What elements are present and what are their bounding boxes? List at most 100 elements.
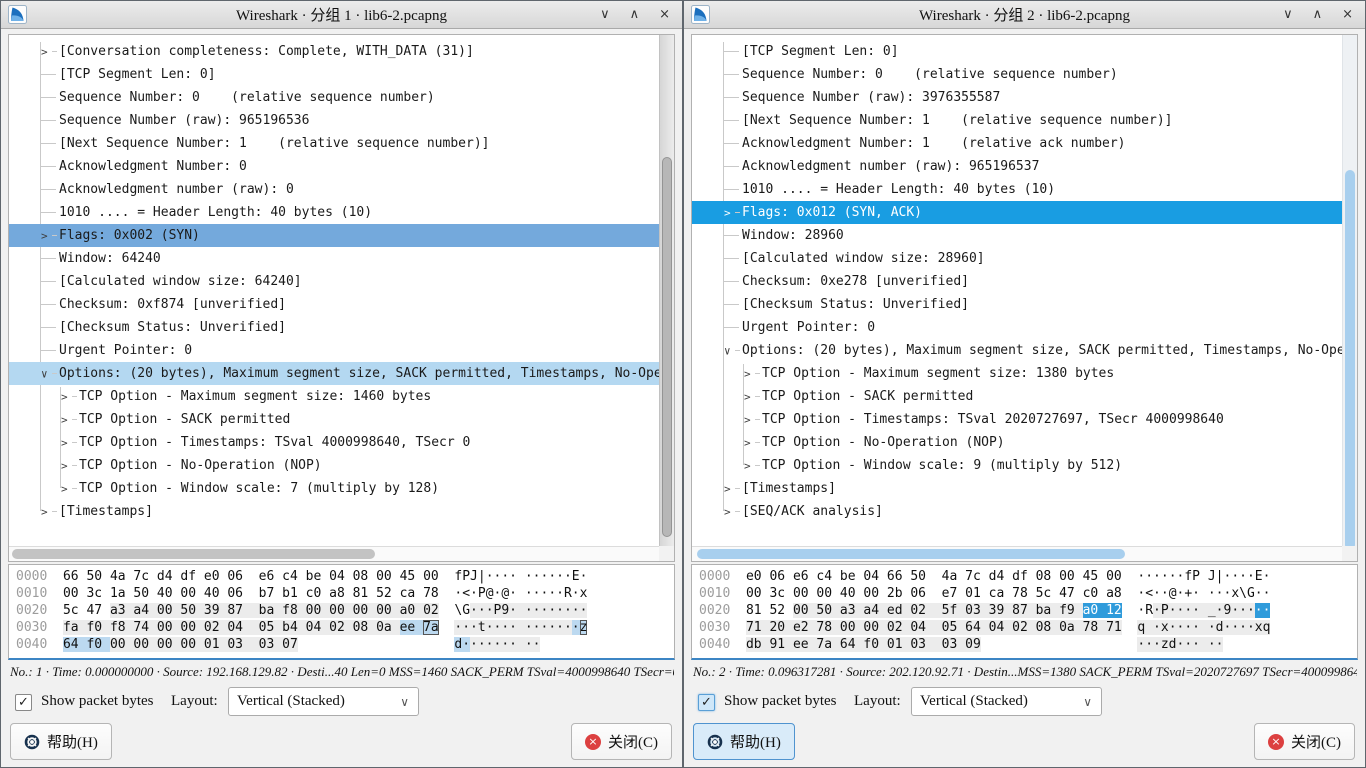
layout-select[interactable]: Vertical (Stacked) ∨ — [911, 687, 1102, 716]
tree-row[interactable]: >[Timestamps] — [692, 477, 1342, 500]
show-packet-bytes-checkbox[interactable]: ✓ — [15, 694, 32, 711]
tree-row[interactable]: 1010 .... = Header Length: 40 bytes (10) — [9, 201, 659, 224]
hex-row[interactable]: 0000 e0 06 e6 c4 be 04 66 50 4a 7c d4 df… — [699, 568, 1357, 585]
packet-detail-tree[interactable]: >[Conversation completeness: Complete, W… — [9, 35, 659, 546]
layout-select[interactable]: Vertical (Stacked) ∨ — [228, 687, 419, 716]
help-button[interactable]: 帮助(H) — [693, 723, 795, 760]
titlebar[interactable]: Wireshark · 分组 1 · lib6-2.pcapng ∨ ∧ × — [1, 1, 682, 29]
collapsed-arrow-icon[interactable]: > — [61, 436, 68, 449]
tree-row[interactable]: >TCP Option - Timestamps: TSval 20207276… — [692, 408, 1342, 431]
hex-row[interactable]: 0030 fa f0 f8 74 00 00 02 04 05 b4 04 02… — [16, 619, 674, 636]
tree-row[interactable]: [TCP Segment Len: 0] — [9, 63, 659, 86]
tree-row-label: TCP Option - Timestamps: TSval 400099864… — [79, 435, 470, 450]
tree-row[interactable]: >TCP Option - Window scale: 7 (multiply … — [9, 477, 659, 500]
collapsed-arrow-icon[interactable]: > — [744, 390, 751, 403]
collapsed-arrow-icon[interactable]: > — [61, 413, 68, 426]
tree-row[interactable]: >TCP Option - SACK permitted — [692, 385, 1342, 408]
hex-row[interactable]: 0020 5c 47 a3 a4 00 50 39 87 ba f8 00 00… — [16, 602, 674, 619]
collapsed-arrow-icon[interactable]: > — [724, 482, 731, 495]
hex-row[interactable]: 0010 00 3c 00 00 40 00 2b 06 e7 01 ca 78… — [699, 585, 1357, 602]
collapsed-arrow-icon[interactable]: > — [61, 390, 68, 403]
tree-row[interactable]: Acknowledgment number (raw): 965196537 — [692, 155, 1342, 178]
tree-row[interactable]: Urgent Pointer: 0 — [692, 316, 1342, 339]
tree-row[interactable]: ∨Options: (20 bytes), Maximum segment si… — [9, 362, 659, 385]
titlebar[interactable]: Wireshark · 分组 2 · lib6-2.pcapng ∨ ∧ × — [684, 1, 1365, 29]
tree-row[interactable]: > TCP Option - Timestamps: TSval 40009986… — [9, 431, 659, 454]
tree-row[interactable]: [Checksum Status: Unverified] — [692, 293, 1342, 316]
tree-row[interactable]: >[Conversation completeness: Complete, W… — [9, 40, 659, 63]
tree-row[interactable]: [Calculated window size: 64240] — [9, 270, 659, 293]
tree-row[interactable]: 1010 .... = Header Length: 40 bytes (10) — [692, 178, 1342, 201]
hex-row[interactable]: 0020 81 52 00 50 a3 a4 ed 02 5f 03 39 87… — [699, 602, 1357, 619]
minimize-icon[interactable]: ∨ — [1283, 7, 1293, 22]
tree-row[interactable]: [Calculated window size: 28960] — [692, 247, 1342, 270]
tree-row[interactable]: [Checksum Status: Unverified] — [9, 316, 659, 339]
tree-row[interactable]: Sequence Number: 0 (relative sequence nu… — [9, 86, 659, 109]
tree-row[interactable]: >TCP Option - No-Operation (NOP) — [9, 454, 659, 477]
collapsed-arrow-icon[interactable]: > — [744, 413, 751, 426]
tree-row[interactable]: Sequence Number (raw): 965196536 — [9, 109, 659, 132]
tree-row[interactable]: >TCP Option - SACK permitted — [9, 408, 659, 431]
hex-row[interactable]: 0040 db 91 ee 7a 64 f0 01 03 03 09 ···zd… — [699, 636, 1357, 653]
tree-row[interactable]: >TCP Option - Maximum segment size: 1380… — [692, 362, 1342, 385]
help-button[interactable]: 帮助(H) — [10, 723, 112, 760]
tree-row[interactable]: Acknowledgment Number: 1 (relative ack n… — [692, 132, 1342, 155]
show-packet-bytes-checkbox[interactable]: ✓ — [698, 694, 715, 711]
close-window-icon[interactable]: × — [1342, 7, 1353, 22]
horizontal-scrollbar[interactable] — [9, 546, 659, 561]
collapsed-arrow-icon[interactable]: > — [724, 505, 731, 518]
expanded-arrow-icon[interactable]: ∨ — [41, 367, 48, 380]
vertical-scrollbar-thumb[interactable] — [1345, 170, 1355, 550]
collapsed-arrow-icon[interactable]: > — [41, 229, 48, 242]
close-button[interactable]: × 关闭(C) — [1254, 723, 1355, 760]
collapsed-arrow-icon[interactable]: > — [41, 45, 48, 58]
collapsed-arrow-icon[interactable]: > — [61, 459, 68, 472]
maximize-icon[interactable]: ∧ — [630, 7, 640, 22]
maximize-icon[interactable]: ∧ — [1313, 7, 1323, 22]
collapsed-arrow-icon[interactable]: > — [41, 505, 48, 518]
tree-row[interactable]: Window: 64240 — [9, 247, 659, 270]
tree-row[interactable]: >TCP Option - Window scale: 9 (multiply … — [692, 454, 1342, 477]
minimize-icon[interactable]: ∨ — [600, 7, 610, 22]
vertical-scrollbar[interactable] — [1342, 35, 1357, 546]
hex-row[interactable]: 0030 71 20 e2 78 00 00 02 04 05 64 04 02… — [699, 619, 1357, 636]
horizontal-scrollbar-thumb[interactable] — [697, 549, 1125, 559]
tree-row[interactable]: Sequence Number: 0 (relative sequence nu… — [692, 63, 1342, 86]
tree-row[interactable]: Sequence Number (raw): 3976355587 — [692, 86, 1342, 109]
vertical-scrollbar-thumb[interactable] — [662, 157, 672, 537]
hex-row[interactable]: 0010 00 3c 1a 50 40 00 40 06 b7 b1 c0 a8… — [16, 585, 674, 602]
tree-row[interactable]: ∨Options: (20 bytes), Maximum segment si… — [692, 339, 1342, 362]
collapsed-arrow-icon[interactable]: > — [744, 367, 751, 380]
close-window-icon[interactable]: × — [659, 7, 670, 22]
horizontal-scrollbar-thumb[interactable] — [12, 549, 375, 559]
hex-row[interactable]: 0040 64 f0 00 00 00 00 01 03 03 07 d····… — [16, 636, 674, 653]
tree-row[interactable]: [TCP Segment Len: 0] — [692, 40, 1342, 63]
tree-row[interactable]: Acknowledgment number (raw): 0 — [9, 178, 659, 201]
tree-row[interactable]: >Flags: 0x012 (SYN, ACK) — [692, 201, 1342, 224]
collapsed-arrow-icon[interactable]: > — [744, 436, 751, 449]
tree-row[interactable]: [Next Sequence Number: 1 (relative seque… — [692, 109, 1342, 132]
tree-row[interactable]: >Flags: 0x002 (SYN) — [9, 224, 659, 247]
vertical-scrollbar[interactable] — [659, 35, 674, 546]
tree-row[interactable]: >[Timestamps] — [9, 500, 659, 523]
tree-row[interactable]: >TCP Option - Maximum segment size: 1460… — [9, 385, 659, 408]
tree-row[interactable]: Window: 28960 — [692, 224, 1342, 247]
tree-row[interactable]: Urgent Pointer: 0 — [9, 339, 659, 362]
horizontal-scrollbar[interactable] — [692, 546, 1342, 561]
packet-detail-tree[interactable]: [TCP Segment Len: 0]Sequence Number: 0 (… — [692, 35, 1342, 546]
tree-row[interactable]: [Next Sequence Number: 1 (relative seque… — [9, 132, 659, 155]
collapsed-arrow-icon[interactable]: > — [724, 206, 731, 219]
tree-row[interactable]: Checksum: 0xe278 [unverified] — [692, 270, 1342, 293]
tree-row-label: Urgent Pointer: 0 — [742, 320, 875, 335]
expanded-arrow-icon[interactable]: ∨ — [724, 344, 731, 357]
close-button[interactable]: × 关闭(C) — [571, 723, 672, 760]
tree-row[interactable]: >[SEQ/ACK analysis] — [692, 500, 1342, 523]
tree-row[interactable]: Checksum: 0xf874 [unverified] — [9, 293, 659, 316]
tree-row[interactable]: Acknowledgment Number: 0 — [9, 155, 659, 178]
collapsed-arrow-icon[interactable]: > — [61, 482, 68, 495]
collapsed-arrow-icon[interactable]: > — [744, 459, 751, 472]
tree-row[interactable]: >TCP Option - No-Operation (NOP) — [692, 431, 1342, 454]
packet-bytes-pane[interactable]: 0000 66 50 4a 7c d4 df e0 06 e6 c4 be 04… — [8, 564, 675, 660]
hex-row[interactable]: 0000 66 50 4a 7c d4 df e0 06 e6 c4 be 04… — [16, 568, 674, 585]
packet-bytes-pane[interactable]: 0000 e0 06 e6 c4 be 04 66 50 4a 7c d4 df… — [691, 564, 1358, 660]
